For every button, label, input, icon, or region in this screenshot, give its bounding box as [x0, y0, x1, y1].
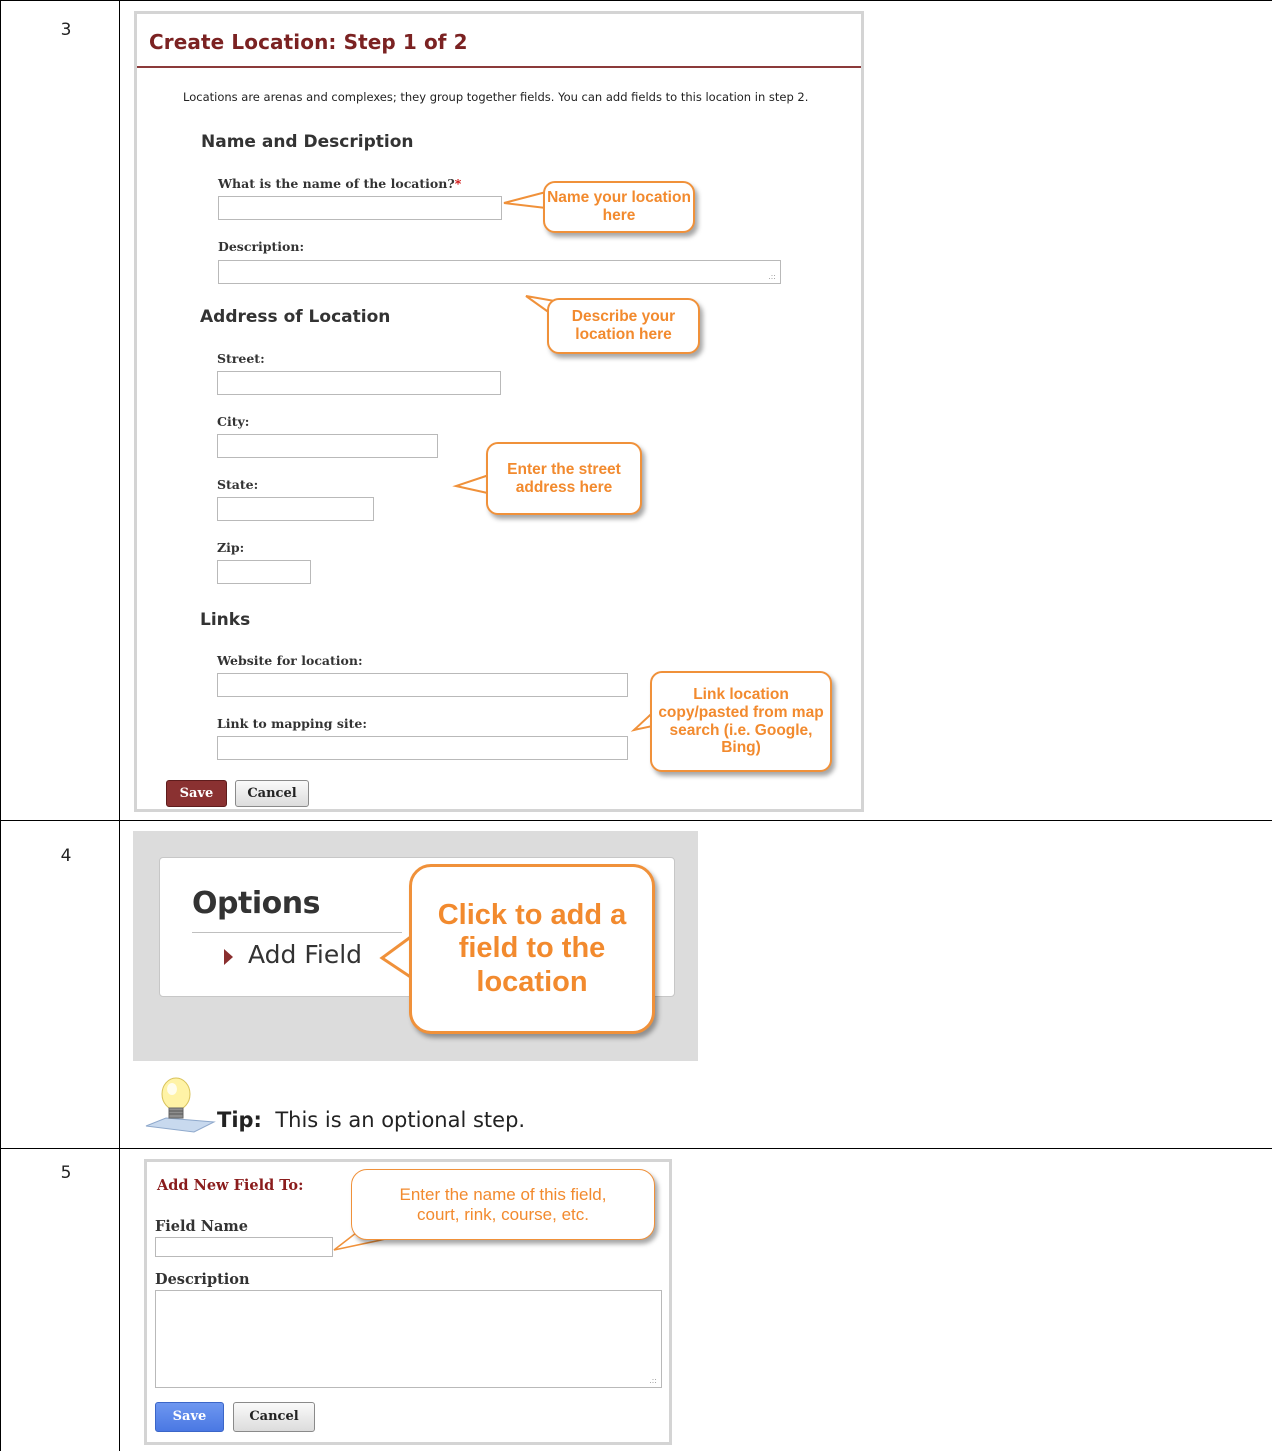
options-divider [192, 932, 402, 933]
description-textarea[interactable]: .:: [218, 260, 781, 284]
mapping-label: Link to mapping site: [217, 716, 367, 731]
step-number: 3 [60, 20, 72, 40]
required-mark: * [454, 176, 462, 191]
name-section-heading: Name and Description [201, 132, 414, 152]
step-number: 5 [60, 1163, 72, 1183]
zip-label: Zip: [217, 540, 245, 555]
street-input[interactable] [217, 371, 501, 395]
description-label: Description: [218, 239, 305, 254]
links-section-heading: Links [200, 610, 251, 630]
tip-label: Tip: [217, 1108, 262, 1132]
save-button[interactable]: Save [166, 780, 227, 807]
page-title: Create Location: Step 1 of 2 [149, 30, 468, 54]
field-description-label: Description [155, 1271, 250, 1288]
address-section-heading: Address of Location [200, 307, 391, 327]
state-input[interactable] [217, 497, 374, 521]
field-name-callout: Enter the name of this field, court, rin… [351, 1169, 655, 1240]
add-field-heading: Add New Field To: [157, 1177, 304, 1194]
field-description-textarea[interactable]: .:: [155, 1290, 662, 1388]
resize-grip-icon[interactable]: .:: [649, 1377, 657, 1385]
column-divider [119, 0, 120, 1451]
street-callout: Enter the street address here [486, 442, 642, 515]
step-number: 4 [60, 846, 72, 866]
add-field-callout: Click to add a field to the location [409, 864, 655, 1034]
tip-text: Tip: This is an optional step. [217, 1108, 525, 1132]
website-label: Website for location: [217, 653, 363, 668]
arrow-right-icon [224, 949, 233, 965]
name-label: What is the name of the location?* [218, 176, 462, 191]
row-divider [0, 820, 1272, 821]
state-label: State: [217, 477, 259, 492]
add-field-link[interactable]: Add Field [248, 940, 362, 969]
street-label: Street: [217, 351, 265, 366]
table-border-top [0, 0, 1272, 1]
options-heading: Options [192, 886, 320, 921]
mapping-link-input[interactable] [217, 736, 628, 760]
table-border-left [0, 0, 1, 1451]
name-callout: Name your location here [543, 181, 695, 233]
link-callout: Link location copy/pasted from map searc… [650, 671, 832, 772]
tip-body: This is an optional step. [275, 1108, 526, 1132]
save-button[interactable]: Save [155, 1402, 224, 1432]
location-name-input[interactable] [218, 196, 502, 220]
city-input[interactable] [217, 434, 438, 458]
cancel-button[interactable]: Cancel [233, 1402, 315, 1432]
field-name-label: Field Name [155, 1218, 248, 1235]
cancel-button[interactable]: Cancel [235, 780, 309, 807]
row-divider [0, 1148, 1272, 1149]
describe-callout: Describe your location here [547, 298, 700, 354]
intro-text: Locations are arenas and complexes; they… [183, 90, 809, 104]
field-name-input[interactable] [155, 1237, 333, 1257]
resize-grip-icon[interactable]: .:: [768, 273, 776, 281]
title-divider [137, 66, 861, 68]
zip-input[interactable] [217, 560, 311, 584]
city-label: City: [217, 414, 250, 429]
lightbulb-icon [145, 1077, 216, 1133]
website-input[interactable] [217, 673, 628, 697]
